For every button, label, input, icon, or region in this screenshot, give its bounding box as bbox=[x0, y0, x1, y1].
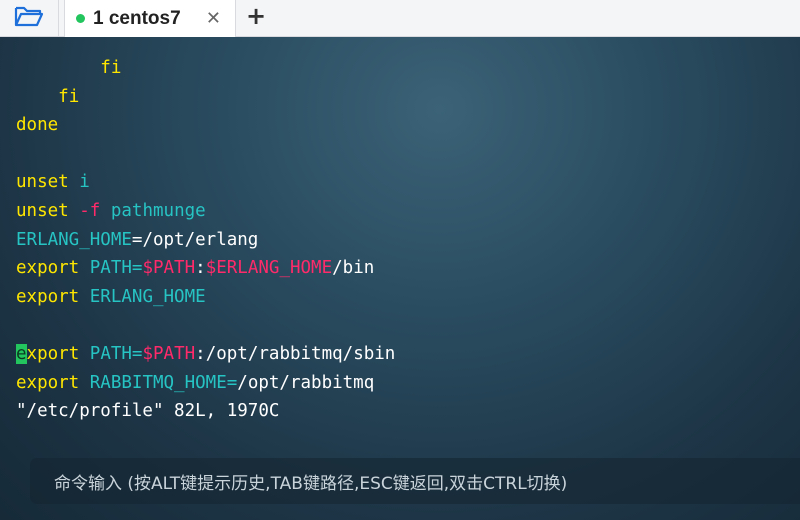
close-icon[interactable]: ✕ bbox=[206, 8, 221, 29]
terminal-token: ERLANG_HOME bbox=[89, 286, 206, 307]
terminal-token: done bbox=[16, 115, 59, 136]
terminal-line: export ERLANG_HOME bbox=[16, 283, 395, 312]
terminal-token: pathmunge bbox=[110, 200, 206, 221]
terminal-line: fi bbox=[16, 54, 395, 83]
terminal-token: unset bbox=[16, 200, 69, 221]
terminal-token: export bbox=[16, 372, 80, 393]
terminal-line: export RABBITMQ_HOME=/opt/rabbitmq bbox=[16, 369, 395, 398]
terminal-token: export bbox=[16, 286, 80, 307]
terminal-token: xport bbox=[26, 343, 80, 364]
terminal-token: RABBITMQ_HOME= bbox=[89, 372, 238, 393]
add-tab-button[interactable]: + bbox=[246, 2, 266, 30]
tab-bar: 1 centos7 ✕ + bbox=[0, 0, 800, 37]
cursor: e bbox=[16, 343, 27, 364]
open-folder-button[interactable] bbox=[0, 0, 59, 36]
terminal-token: PATH= bbox=[89, 258, 143, 279]
terminal-token: unset bbox=[16, 172, 69, 193]
terminal-token: -f bbox=[79, 200, 101, 221]
terminal-line: export PATH=$PATH:/opt/rabbitmq/sbin bbox=[16, 340, 395, 369]
tab-label: 1 centos7 bbox=[93, 7, 181, 29]
terminal-line: done bbox=[16, 111, 395, 140]
terminal-token: PATH= bbox=[89, 343, 143, 364]
command-input-bar[interactable]: 命令输入 (按ALT键提示历史,TAB键路径,ESC键返回,双击CTRL切换) bbox=[30, 458, 800, 504]
terminal-token: : bbox=[195, 258, 206, 279]
terminal-token: :/opt/rabbitmq/sbin bbox=[195, 343, 396, 364]
terminal-token: "/etc/profile" 82L, 1970C bbox=[16, 401, 280, 422]
terminal-line: "/etc/profile" 82L, 1970C bbox=[16, 397, 395, 426]
terminal-token: $PATH bbox=[142, 258, 196, 279]
folder-open-icon bbox=[14, 4, 44, 32]
terminal-token: /bin bbox=[332, 258, 375, 279]
tab-centos7[interactable]: 1 centos7 ✕ bbox=[64, 0, 236, 37]
terminal-token: i bbox=[79, 172, 90, 193]
terminal-line: export PATH=$PATH:$ERLANG_HOME/bin bbox=[16, 254, 395, 283]
terminal-token: fi bbox=[100, 58, 122, 78]
terminal-token: $PATH bbox=[142, 343, 196, 364]
terminal-area[interactable]: fi fi done unset i unset -f pathmunge ERLAN… bbox=[0, 37, 800, 520]
terminal-token: fi bbox=[58, 86, 80, 107]
terminal-output: fi fi done unset i unset -f pathmunge ERLAN… bbox=[16, 54, 395, 426]
terminal-line: ERLANG_HOME=/opt/erlang bbox=[16, 226, 395, 255]
status-dot bbox=[76, 14, 85, 23]
terminal-token: /opt/rabbitmq bbox=[237, 372, 375, 393]
command-input-hint: 命令输入 (按ALT键提示历史,TAB键路径,ESC键返回,双击CTRL切换) bbox=[54, 473, 568, 494]
terminal-line: unset -f pathmunge bbox=[16, 197, 395, 226]
terminal-token: $ERLANG_HOME bbox=[205, 258, 333, 279]
terminal-line: unset i bbox=[16, 168, 395, 197]
terminal-line: fi bbox=[16, 83, 395, 112]
terminal-token: =/opt/erlang bbox=[131, 229, 259, 250]
terminal-token: ERLANG_HOME bbox=[16, 229, 132, 250]
terminal-token: export bbox=[16, 258, 80, 279]
